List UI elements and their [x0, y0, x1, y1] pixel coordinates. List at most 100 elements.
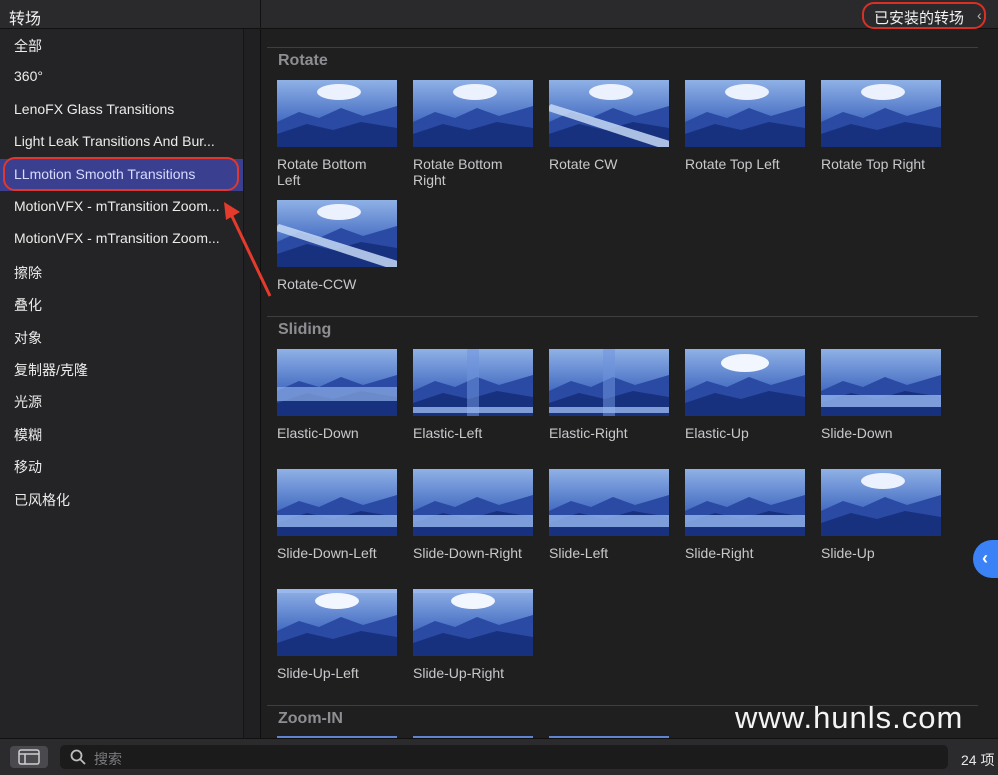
transition-name: Slide-Down-Left: [277, 545, 377, 561]
section-title: Sliding: [278, 321, 332, 338]
transition-tile[interactable]: Slide-Down-Left: [277, 469, 397, 561]
sidebar-item-label: Light Leak Transitions And Bur...: [14, 133, 215, 150]
sidebar-scrollbar[interactable]: [243, 29, 260, 738]
sidebar-item-label: MotionVFX - mTransition Zoom...: [14, 198, 220, 214]
transition-thumbnail: [277, 589, 397, 656]
sidebar-item[interactable]: 模糊: [0, 418, 243, 450]
transition-tile[interactable]: Slide-Up-Left: [277, 589, 397, 681]
chevron-left-icon: ‹: [982, 548, 988, 568]
transition-name: Rotate CW: [549, 156, 618, 172]
sidebar-item[interactable]: LenoFX Glass Transitions: [0, 94, 243, 126]
transition-tile[interactable]: Rotate Bottom Right: [413, 80, 533, 188]
transition-thumbnail: [821, 80, 941, 147]
sidebar-item-label: 移动: [14, 459, 42, 476]
transition-tile[interactable]: Slide-Up-Right: [413, 589, 533, 681]
transition-name: Slide-Up-Right: [413, 665, 505, 681]
watermark: www.hunls.com: [735, 700, 964, 735]
category-sidebar: 全部 360° LenoFX Glass Transitions Light Leak…: [0, 29, 243, 738]
transition-tile[interactable]: Slide-Up: [821, 469, 941, 561]
transition-thumbnail: [821, 349, 941, 416]
transition-thumbnail: [549, 469, 669, 536]
installed-transitions-button[interactable]: 已安装的转场 ‹: [862, 2, 986, 29]
sidebar-toggle-button[interactable]: [10, 746, 48, 768]
sidebar-item[interactable]: MotionVFX - mTransition Zoom...: [0, 191, 243, 223]
sidebar-item[interactable]: 叠化: [0, 288, 243, 320]
transition-thumbnail: [277, 349, 397, 416]
transition-name: Slide-Left: [549, 545, 609, 561]
search-placeholder: 搜索: [94, 751, 122, 767]
transition-name: Elastic-Down: [277, 425, 359, 441]
transition-tile[interactable]: Elastic-Right: [549, 349, 669, 441]
page-title: 转场: [9, 11, 42, 28]
transition-name: Slide-Right: [685, 545, 754, 561]
transition-thumbnail: [413, 589, 533, 656]
transition-name: Slide-Up: [821, 545, 875, 561]
transition-thumbnail: [821, 469, 941, 536]
footer-bar: 搜索 24 项: [0, 738, 998, 775]
sidebar-item-label: 擦除: [14, 264, 42, 281]
sidebar-item[interactable]: 擦除: [0, 256, 243, 288]
transition-tile[interactable]: Rotate Top Right: [821, 80, 941, 172]
transition-thumbnail: [413, 349, 533, 416]
transition-thumbnail: [277, 80, 397, 147]
sidebar-item-label: MotionVFX - mTransition Zoom...: [14, 230, 220, 247]
transition-thumbnail: [685, 469, 805, 536]
transition-tile[interactable]: Slide-Down: [821, 349, 941, 441]
transition-thumbnail: [549, 349, 669, 416]
transition-thumbnail: [277, 200, 397, 267]
transition-name: Rotate Top Left: [685, 156, 780, 172]
transition-name: Left: [277, 172, 301, 188]
sidebar-item[interactable]: 全部: [0, 29, 243, 61]
sidebar-item[interactable]: 光源: [0, 385, 243, 417]
transition-tile[interactable]: Elastic-Left: [413, 349, 533, 441]
transition-thumbnail: [685, 349, 805, 416]
transition-name: Rotate-CCW: [277, 276, 357, 292]
transition-thumbnail: [413, 80, 533, 147]
transition-thumbnail: [413, 469, 533, 536]
transition-name: Elastic-Right: [549, 425, 628, 441]
arrow-annotation-icon: [224, 202, 272, 297]
transition-name: Slide-Down-Right: [413, 545, 522, 561]
sidebar-item[interactable]: 360°: [0, 61, 243, 93]
sidebar-item-label: 叠化: [14, 297, 42, 314]
sidebar-item[interactable]: 对象: [0, 321, 243, 353]
sidebar-item-label: 360°: [14, 68, 43, 85]
sidebar-item-label: 复制器/克隆: [14, 362, 88, 378]
sidebar-item-label: 光源: [14, 394, 42, 411]
transition-tile[interactable]: Slide-Right: [685, 469, 805, 561]
sidebar-toggle-icon: [18, 749, 40, 765]
sidebar-item[interactable]: 复制器/克隆: [0, 353, 243, 385]
transition-tile[interactable]: Rotate CW: [549, 80, 669, 172]
sidebar-item-label: LenoFX Glass Transitions: [14, 100, 175, 117]
installed-transitions-label: 已安装的转场: [874, 10, 965, 27]
search-icon: [70, 749, 86, 765]
transition-name: Elastic-Left: [413, 425, 483, 441]
transition-tile[interactable]: Slide-Left: [549, 469, 669, 561]
transition-tile[interactable]: Slide-Down-Right: [413, 469, 533, 561]
sidebar-header: 转场: [0, 0, 260, 29]
transition-tile[interactable]: Rotate Bottom Left: [277, 80, 397, 188]
sidebar-item-label: 已风格化: [14, 491, 70, 508]
search-field[interactable]: 搜索: [60, 745, 948, 769]
transition-name: Rotate Bottom: [413, 156, 503, 172]
selection-highlight-ring: [3, 157, 239, 191]
transition-tile[interactable]: Elastic-Down: [277, 349, 397, 441]
transition-tile[interactable]: Elastic-Up: [685, 349, 805, 441]
transition-name: Right: [413, 172, 446, 188]
transition-thumbnail: [277, 469, 397, 536]
transition-tile[interactable]: Rotate-CCW: [277, 200, 397, 292]
sidebar-item[interactable]: 移动: [0, 450, 243, 482]
sidebar-item-label: 全部: [14, 38, 42, 54]
section-title: Rotate: [278, 52, 328, 69]
sidebar-item-label: 模糊: [14, 426, 42, 443]
transition-tile[interactable]: Rotate Top Left: [685, 80, 805, 172]
transition-name: Rotate Bottom: [277, 156, 367, 172]
sidebar-item[interactable]: Light Leak Transitions And Bur...: [0, 126, 243, 158]
chevron-left-icon: ‹: [977, 7, 982, 23]
sidebar-item[interactable]: 已风格化: [0, 483, 243, 515]
section-divider: [267, 316, 978, 317]
sidebar-item[interactable]: MotionVFX - mTransition Zoom...: [0, 223, 243, 255]
section-divider: [267, 47, 978, 48]
transition-name: Slide-Down: [821, 425, 893, 441]
transition-thumbnail: [685, 80, 805, 147]
